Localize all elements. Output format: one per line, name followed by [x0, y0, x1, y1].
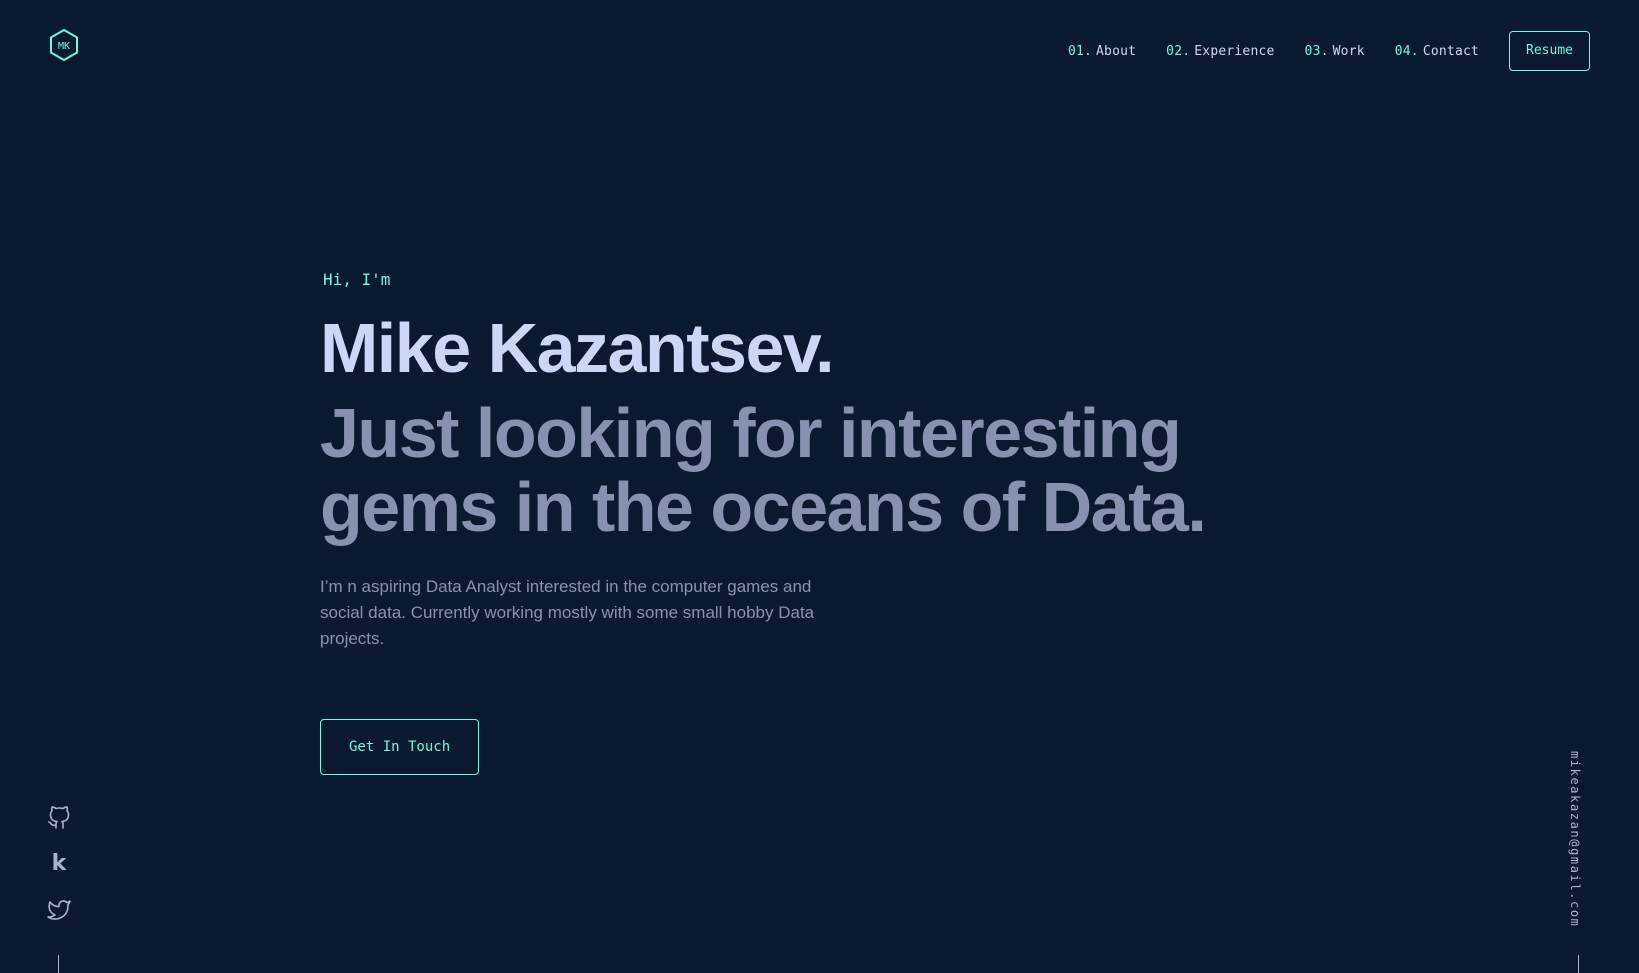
- kaggle-glyph: k: [51, 851, 67, 876]
- social-links: k: [47, 806, 71, 944]
- logo[interactable]: MK: [49, 29, 79, 61]
- nav-item-contact[interactable]: 04. Contact: [1395, 44, 1479, 59]
- twitter-icon[interactable]: [47, 898, 71, 922]
- left-divider-line: [58, 955, 59, 973]
- nav-item-work[interactable]: 03. Work: [1305, 44, 1365, 59]
- tagline-line-1: Just looking for interesting: [320, 394, 1182, 472]
- hero-tagline: Just looking for interesting gems in the…: [320, 394, 1207, 546]
- nav-label: About: [1096, 43, 1137, 59]
- main-nav: 01. About 02. Experience 03. Work 04. Contac…: [1038, 31, 1590, 71]
- logo-text: MK: [58, 41, 70, 52]
- hero-greeting: Hi, I'm: [323, 270, 391, 289]
- resume-button[interactable]: Resume: [1509, 31, 1590, 71]
- nav-label: Experience: [1194, 43, 1275, 59]
- kaggle-icon[interactable]: k: [47, 852, 71, 876]
- hero-name: Mike Kazantsev.: [320, 309, 835, 387]
- nav-number: 04.: [1394, 43, 1419, 59]
- github-icon[interactable]: [47, 806, 71, 830]
- hero-section: Hi, I'm Mike Kazantsev. Just looking for…: [320, 270, 1207, 775]
- nav-label: Work: [1332, 43, 1365, 59]
- email-link[interactable]: mikeakazan@gmail.com: [1568, 751, 1582, 928]
- nav-label: Contact: [1422, 43, 1480, 59]
- nav-number: 03.: [1304, 43, 1329, 59]
- right-divider-line: [1578, 955, 1579, 973]
- hexagon-logo-icon: MK: [50, 29, 78, 61]
- nav-item-about[interactable]: 01. About: [1068, 44, 1136, 59]
- get-in-touch-button[interactable]: Get In Touch: [320, 719, 480, 775]
- nav-number: 01.: [1067, 43, 1093, 59]
- hero-intro: I’m n aspiring Data Analyst interested i…: [320, 577, 815, 648]
- tagline-line-2: gems in the oceans of Data.: [320, 468, 1207, 546]
- nav-item-experience[interactable]: 02. Experience: [1166, 44, 1274, 59]
- nav-number: 02.: [1166, 43, 1191, 59]
